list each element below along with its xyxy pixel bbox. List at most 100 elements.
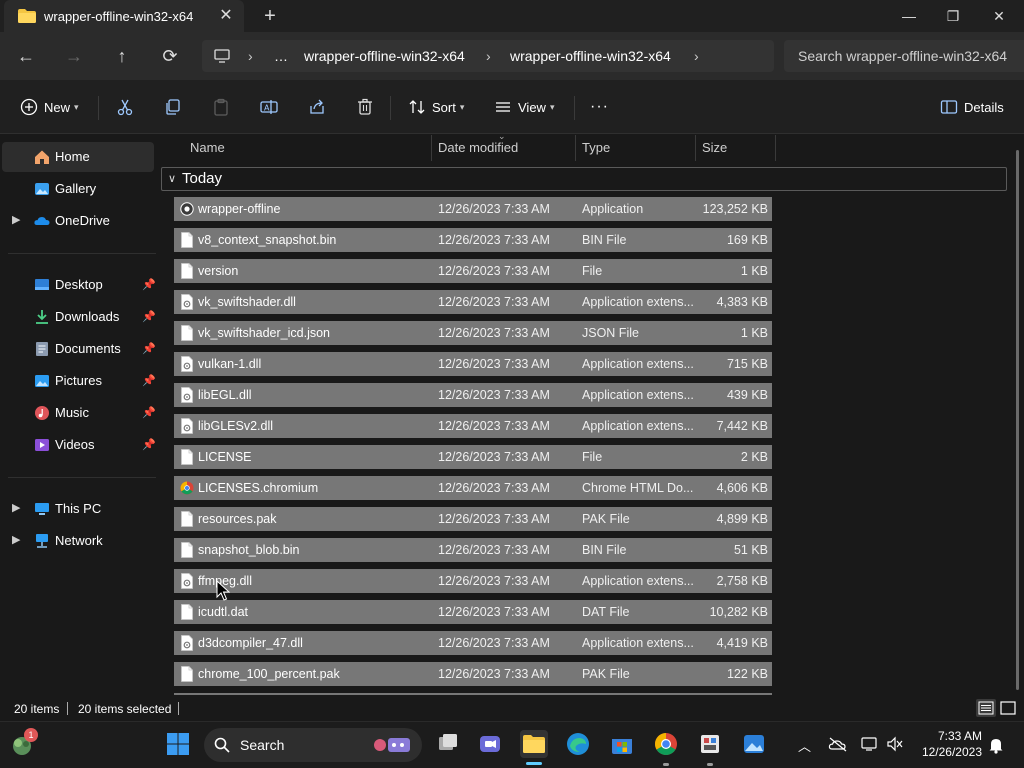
- new-button[interactable]: New ▾: [20, 96, 79, 118]
- more-options-button[interactable]: ···: [590, 96, 609, 118]
- chevron-right-icon[interactable]: ▶: [12, 533, 20, 546]
- tiles-view-toggle[interactable]: [998, 699, 1018, 717]
- breadcrumb-separator: ›: [694, 48, 699, 64]
- paste-button[interactable]: [212, 96, 236, 118]
- group-header[interactable]: ∨ Today: [161, 167, 1007, 191]
- file-row[interactable]: resources.pak 12/26/2023 7:33 AM PAK File 4…: [174, 507, 772, 531]
- minimize-button[interactable]: —: [886, 0, 932, 32]
- rename-button[interactable]: A: [260, 96, 284, 118]
- file-row[interactable]: d3dcompiler_47.dll 12/26/2023 7:33 AM Appl…: [174, 631, 772, 655]
- file-icon: [180, 511, 194, 527]
- breadcrumb-item[interactable]: wrapper-offline-win32-x64: [510, 48, 671, 64]
- application-icon: [180, 201, 194, 217]
- file-row[interactable]: LICENSES.chromium 12/26/2023 7:33 AM Chrom…: [174, 476, 772, 500]
- teams-button[interactable]: [476, 730, 504, 758]
- clipboard-icon: [214, 98, 228, 116]
- view-button[interactable]: View ▾: [494, 96, 554, 118]
- delete-button[interactable]: [356, 96, 380, 118]
- file-icon: [180, 263, 194, 279]
- sidebar-item-network[interactable]: ▶ Network: [2, 526, 154, 556]
- search-input[interactable]: Search wrapper-offline-win32-x64: [798, 48, 1007, 64]
- file-row[interactable]: libGLESv2.dll 12/26/2023 7:33 AM Applicati…: [174, 414, 772, 438]
- copy-icon: [166, 99, 180, 115]
- show-hidden-icons-chevron-icon[interactable]: ︿: [798, 736, 811, 755]
- close-tab-icon[interactable]: ✕: [216, 6, 236, 26]
- chrome-button[interactable]: [652, 730, 680, 758]
- edge-button[interactable]: [564, 730, 592, 758]
- sidebar-item-gallery[interactable]: Gallery: [2, 174, 154, 204]
- column-header-type[interactable]: Type: [576, 135, 696, 161]
- file-row[interactable]: chrome_100_percent.pak 12/26/2023 7:33 AM…: [174, 662, 772, 686]
- music-icon: [35, 406, 49, 420]
- toolbar-divider: [390, 96, 391, 120]
- volume-muted-icon[interactable]: [886, 736, 904, 752]
- sidebar-item-home[interactable]: Home: [2, 142, 154, 172]
- details-view-toggle[interactable]: [976, 699, 996, 717]
- file-row[interactable]: icudtl.dat 12/26/2023 7:33 AM DAT File 10,2…: [174, 600, 772, 624]
- new-tab-button[interactable]: +: [258, 4, 282, 28]
- file-row[interactable]: ffmpeg.dll 12/26/2023 7:33 AM Application …: [174, 569, 772, 593]
- file-icon: [180, 604, 194, 620]
- chevron-right-icon[interactable]: ▶: [12, 213, 20, 226]
- file-row[interactable]: snapshot_blob.bin 12/26/2023 7:33 AM BIN F…: [174, 538, 772, 562]
- sidebar-item-downloads[interactable]: Downloads 📌: [2, 302, 156, 332]
- file-explorer-button[interactable]: [520, 730, 548, 758]
- back-button[interactable]: ←: [14, 44, 38, 68]
- search-box[interactable]: Search wrapper-offline-win32-x64: [784, 40, 1024, 72]
- chevron-right-icon[interactable]: ▶: [12, 501, 20, 514]
- copy-button[interactable]: [164, 96, 188, 118]
- file-date: 12/26/2023 7:33 AM: [438, 543, 550, 557]
- clock[interactable]: 7:33 AM 12/26/2023: [910, 728, 982, 760]
- share-button[interactable]: [308, 96, 332, 118]
- sidebar-item-documents[interactable]: Documents 📌: [2, 334, 156, 364]
- file-size: 439 KB: [726, 388, 768, 402]
- sidebar-item-pictures[interactable]: Pictures 📌: [2, 366, 156, 396]
- taskbar-search[interactable]: Search: [204, 728, 422, 762]
- app-button[interactable]: [740, 730, 768, 758]
- maximize-button[interactable]: ❐: [930, 0, 976, 32]
- up-button[interactable]: ↑: [110, 44, 134, 68]
- network-tray-icon[interactable]: [860, 736, 880, 752]
- store-button[interactable]: [608, 730, 636, 758]
- sidebar-item-label: This PC: [55, 501, 102, 516]
- sidebar-item-onedrive[interactable]: ▶ OneDrive: [2, 206, 154, 236]
- file-type: Chrome HTML Do...: [582, 481, 694, 495]
- address-bar[interactable]: › … wrapper-offline-win32-x64 › wrapper-…: [202, 40, 774, 72]
- cloud-offline-icon[interactable]: [828, 736, 848, 752]
- file-name: libGLESv2.dll: [198, 419, 274, 433]
- window-tab[interactable]: wrapper-offline-win32-x64 ✕: [4, 0, 244, 32]
- file-row[interactable]: vk_swiftshader_icd.json 12/26/2023 7:33 A…: [174, 321, 772, 345]
- file-name: version: [198, 264, 239, 278]
- start-button[interactable]: [164, 730, 192, 758]
- videos-icon: [35, 439, 49, 451]
- breadcrumb-item[interactable]: wrapper-offline-win32-x64: [304, 48, 465, 64]
- file-row[interactable]: vk_swiftshader.dll 12/26/2023 7:33 AM Appl…: [174, 290, 772, 314]
- file-list: Name Date modified ⌄ Type Size ∨ Today w…: [160, 131, 1024, 698]
- sort-button[interactable]: Sort ▾: [408, 96, 464, 118]
- column-header-size[interactable]: Size: [696, 135, 776, 161]
- app-button[interactable]: [696, 730, 724, 758]
- vertical-scrollbar[interactable]: [1016, 150, 1019, 690]
- file-row[interactable]: libEGL.dll 12/26/2023 7:33 AM Application …: [174, 383, 772, 407]
- sidebar-item-music[interactable]: Music 📌: [2, 398, 156, 428]
- sidebar-item-this-pc[interactable]: ▶ This PC: [2, 494, 154, 524]
- column-header-name[interactable]: Name: [184, 135, 432, 161]
- task-view-button[interactable]: [434, 730, 462, 758]
- file-row[interactable]: v8_context_snapshot.bin 12/26/2023 7:33 A…: [174, 228, 772, 252]
- refresh-button[interactable]: ⟳: [158, 44, 182, 68]
- forward-button[interactable]: →: [62, 44, 86, 68]
- sidebar-item-label: Home: [55, 149, 90, 164]
- file-row[interactable]: vulkan-1.dll 12/26/2023 7:33 AM Applicatio…: [174, 352, 772, 376]
- sidebar-item-videos[interactable]: Videos 📌: [2, 430, 156, 460]
- close-window-button[interactable]: ✕: [976, 0, 1022, 32]
- file-row[interactable]: version 12/26/2023 7:33 AM File 1 KB: [174, 259, 772, 283]
- file-row[interactable]: wrapper-offline 12/26/2023 7:33 AM Applica…: [174, 197, 772, 221]
- cut-button[interactable]: [116, 96, 140, 118]
- widgets-button[interactable]: 1: [8, 728, 38, 758]
- sidebar-item-desktop[interactable]: Desktop 📌: [2, 270, 156, 300]
- breadcrumb-overflow[interactable]: …: [274, 48, 288, 64]
- details-button[interactable]: Details: [940, 96, 1004, 118]
- notification-bell-icon[interactable]: [988, 736, 1004, 754]
- large-icons-view-icon: [1000, 701, 1016, 715]
- file-row[interactable]: LICENSE 12/26/2023 7:33 AM File 2 KB: [174, 445, 772, 469]
